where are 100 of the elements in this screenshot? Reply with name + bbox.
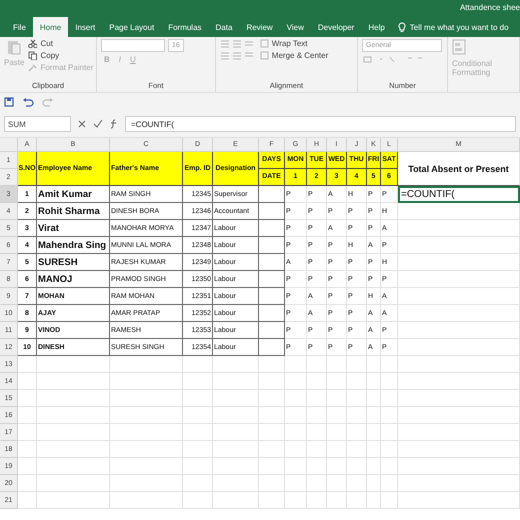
table-cell — [259, 305, 285, 322]
table-cell — [259, 390, 285, 407]
table-cell — [347, 390, 367, 407]
table-cell — [259, 407, 285, 424]
table-cell — [285, 424, 307, 441]
table-cell — [259, 220, 285, 237]
table-cell — [285, 390, 307, 407]
table-cell — [367, 441, 381, 458]
table-cell — [307, 458, 327, 475]
header-cell: Total Absent or Present — [398, 152, 520, 186]
table-cell — [259, 288, 285, 305]
formula-field[interactable]: =COUNTIF( — [125, 116, 516, 132]
cancel-icon[interactable] — [77, 119, 87, 129]
table-cell — [285, 407, 307, 424]
table-cell — [367, 475, 381, 492]
table-cell — [259, 441, 285, 458]
ribbon-tab[interactable]: Data — [208, 17, 240, 37]
table-cell — [327, 373, 347, 390]
table-cell — [367, 356, 381, 373]
table-cell — [347, 373, 367, 390]
table-cell — [213, 492, 259, 509]
copy-button[interactable]: Copy — [40, 51, 60, 60]
table-cell — [307, 373, 327, 390]
table-cell — [259, 424, 285, 441]
ribbon-tab[interactable]: Insert — [68, 17, 102, 37]
function-icon[interactable] — [109, 119, 119, 129]
ribbon-tab[interactable]: Review — [239, 17, 280, 37]
table-cell — [18, 390, 37, 407]
active-cell[interactable]: =COUNTIF( — [398, 186, 520, 203]
align-icon[interactable] — [220, 51, 256, 60]
table-cell — [347, 441, 367, 458]
table-cell — [259, 322, 285, 339]
undo-icon[interactable] — [22, 97, 34, 107]
table-cell — [367, 373, 381, 390]
ribbon-tab[interactable]: Formulas — [161, 17, 209, 37]
table-cell: Rohit Sharma — [37, 203, 110, 220]
redo-icon[interactable] — [42, 97, 54, 107]
table-cell — [381, 356, 398, 373]
scissors-icon[interactable] — [28, 39, 38, 48]
table-cell — [367, 390, 381, 407]
table-cell — [183, 356, 213, 373]
table-cell — [307, 424, 327, 441]
table-cell — [183, 373, 213, 390]
table-cell — [381, 407, 398, 424]
table-cell — [259, 373, 285, 390]
cut-button[interactable]: Cut — [40, 39, 53, 48]
table-cell — [327, 424, 347, 441]
ribbon-tab[interactable]: Home — [32, 17, 68, 37]
copy-icon[interactable] — [28, 51, 38, 60]
save-icon[interactable] — [4, 97, 14, 107]
table-cell — [259, 458, 285, 475]
table-cell — [213, 424, 259, 441]
ribbon-tab[interactable]: Developer — [310, 17, 362, 37]
table-cell — [307, 492, 327, 509]
table-cell: Virat — [37, 220, 110, 237]
name-box[interactable]: SUM — [4, 116, 71, 132]
table-cell — [213, 441, 259, 458]
table-cell — [285, 458, 307, 475]
table-cell — [18, 492, 37, 509]
table-cell — [285, 356, 307, 373]
wrap-icon[interactable] — [260, 39, 269, 48]
table-cell — [381, 475, 398, 492]
merge-icon[interactable] — [260, 51, 269, 60]
wrap-text-button[interactable]: Wrap Text — [272, 39, 308, 48]
select-all-button[interactable] — [0, 138, 18, 152]
table-cell — [381, 492, 398, 509]
table-cell — [347, 458, 367, 475]
table-cell — [213, 373, 259, 390]
table-cell — [347, 424, 367, 441]
ribbon-tab[interactable]: File — [6, 17, 33, 37]
ribbon-tab[interactable]: View — [280, 17, 311, 37]
table-cell — [259, 356, 285, 373]
ribbon-tab[interactable]: Help — [361, 17, 392, 37]
lightbulb-icon[interactable] — [398, 22, 406, 32]
table-cell: MANOJ — [37, 271, 110, 288]
table-cell — [18, 475, 37, 492]
table-cell — [327, 407, 347, 424]
table-cell — [327, 390, 347, 407]
merge-center-button[interactable]: Merge & Center — [272, 51, 328, 60]
table-cell — [327, 492, 347, 509]
table-cell — [213, 458, 259, 475]
check-icon[interactable] — [93, 119, 103, 129]
font-name-field[interactable] — [101, 39, 165, 52]
tell-me-field[interactable]: Tell me what you want to do — [410, 22, 509, 32]
table-cell — [285, 492, 307, 509]
table-cell — [307, 407, 327, 424]
align-icon[interactable] — [220, 39, 256, 48]
conditional-formatting-icon[interactable] — [452, 39, 466, 55]
table-cell — [18, 424, 37, 441]
table-cell — [183, 441, 213, 458]
table-cell — [327, 458, 347, 475]
ribbon-tab[interactable]: Page Layout — [102, 17, 162, 37]
table-cell — [213, 407, 259, 424]
paste-icon[interactable] — [7, 39, 22, 55]
table-cell — [213, 390, 259, 407]
table-cell — [381, 390, 398, 407]
table-cell — [285, 475, 307, 492]
table-cell — [183, 475, 213, 492]
table-cell: SURESH — [37, 254, 110, 271]
table-cell — [213, 356, 259, 373]
